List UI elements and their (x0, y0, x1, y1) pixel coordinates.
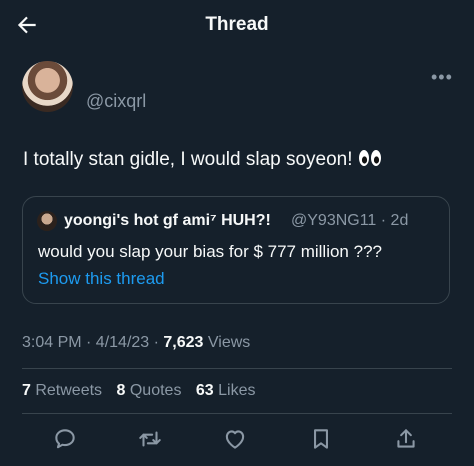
quoted-text: would you slap your bias for $ 777 milli… (38, 242, 382, 261)
divider (22, 413, 452, 414)
eyes-emoji-icon (358, 149, 382, 167)
likes-stat[interactable]: 63 Likes (196, 382, 256, 399)
likes-label: Likes (213, 382, 256, 399)
quotes-label: Quotes (125, 382, 182, 399)
share-icon[interactable] (393, 426, 419, 452)
tweet-timestamp: 3:04 PM · 4/14/23 · 7,623 Views (22, 334, 250, 352)
quoted-handle-time: @Y93NG11 · 2d (291, 212, 409, 229)
quotes-stat[interactable]: 8 Quotes (117, 382, 182, 399)
retweets-label: Retweets (30, 382, 103, 399)
timestamp-text: 3:04 PM · 4/14/23 · (22, 334, 164, 351)
likes-count: 63 (195, 382, 214, 399)
show-thread-link[interactable]: Show this thread (38, 269, 165, 289)
retweets-count: 7 (22, 382, 31, 399)
page-title: Thread (205, 14, 269, 35)
quoted-display-name: yoongi's hot gf ami⁷ HUH?! (64, 212, 271, 229)
tweet-body: I totally stan gidle, I would slap soyeo… (23, 149, 353, 170)
bookmark-icon[interactable] (308, 426, 334, 452)
divider (22, 368, 452, 369)
header: Thread (0, 0, 474, 50)
retweets-stat[interactable]: 7 Retweets (22, 382, 102, 399)
quoted-avatar (37, 211, 57, 231)
reply-icon[interactable] (52, 426, 78, 452)
more-options-icon[interactable]: ••• (431, 67, 453, 88)
like-icon[interactable] (222, 426, 248, 452)
views-count: 7,623 (163, 334, 204, 351)
engagement-stats: 7 Retweets 8 Quotes 63 Likes (22, 382, 265, 400)
views-label[interactable]: Views (203, 334, 250, 351)
tweet-text: I totally stan gidle, I would slap soyeo… (23, 149, 382, 171)
avatar[interactable] (22, 61, 73, 112)
author-handle[interactable]: @cixqrl (86, 91, 146, 112)
retweet-icon[interactable] (137, 426, 163, 452)
